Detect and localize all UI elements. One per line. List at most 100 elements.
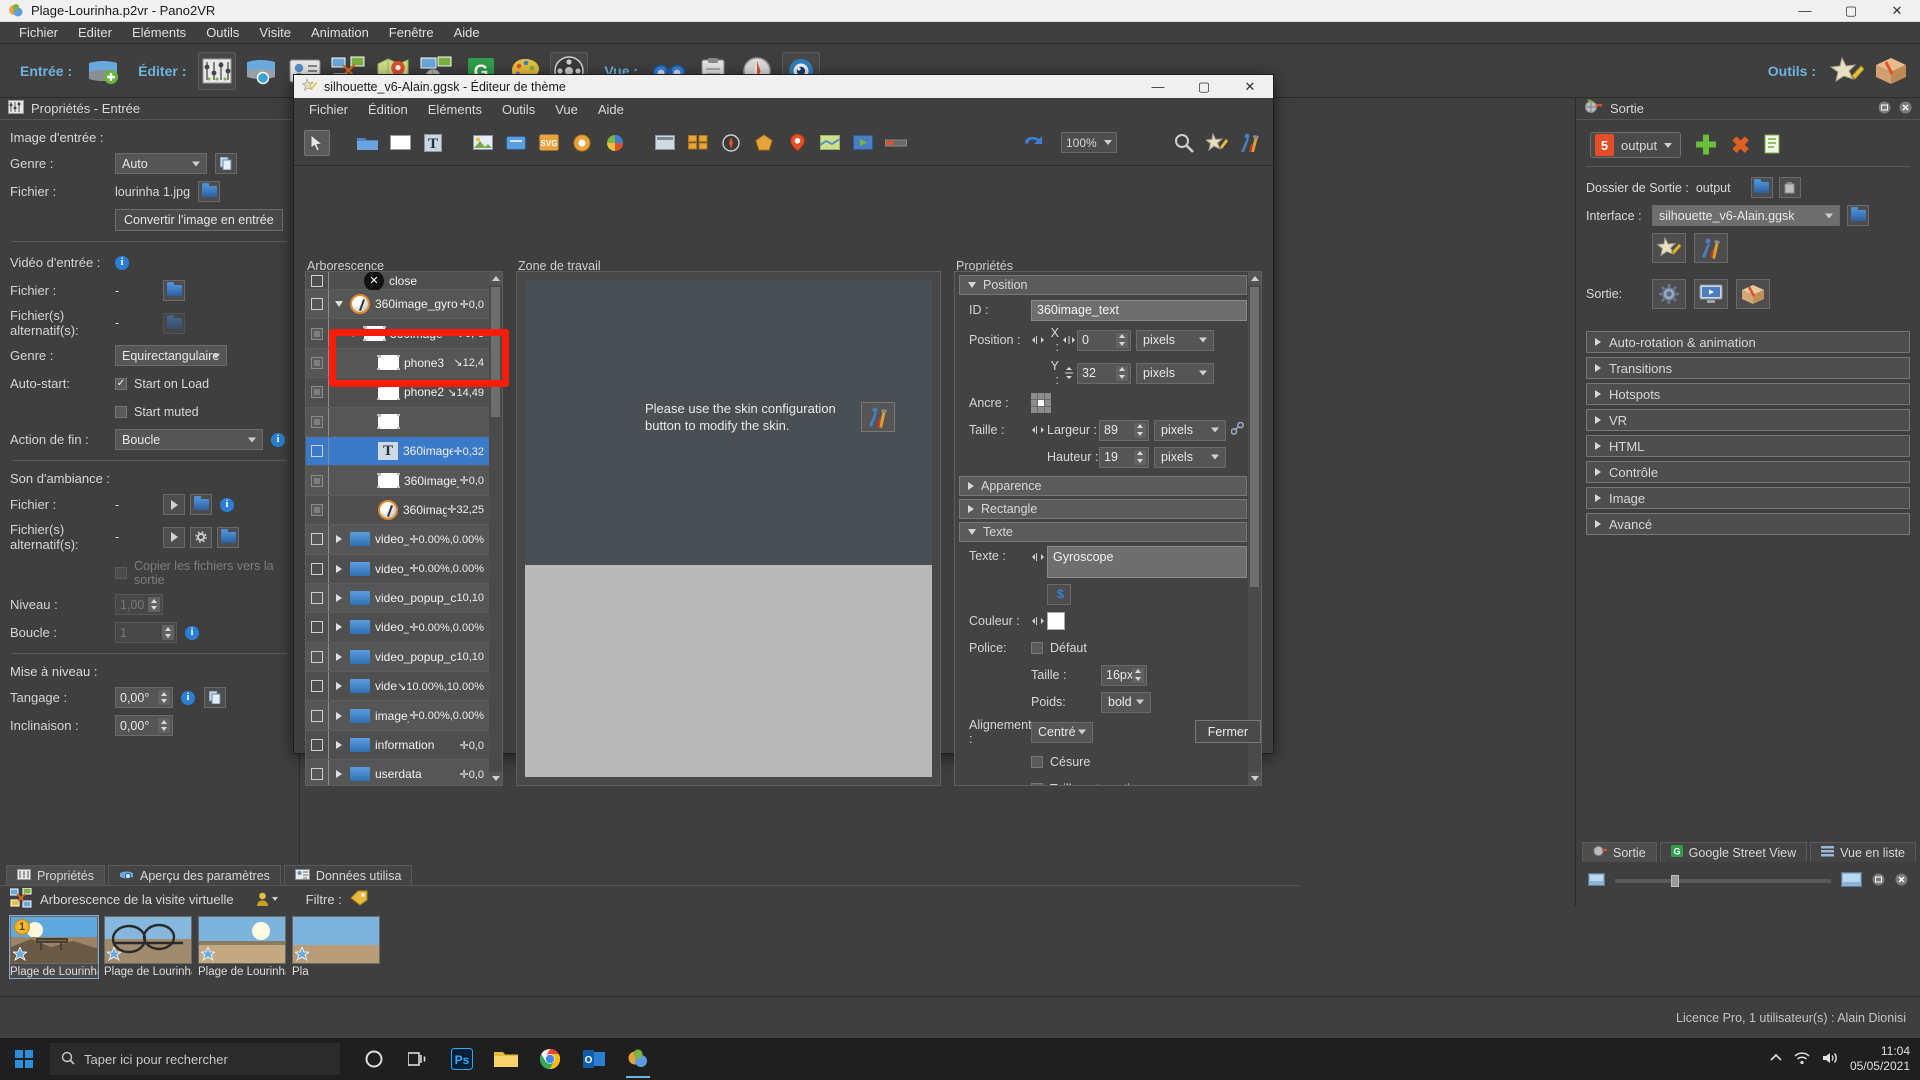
x-input[interactable]: 0 <box>1077 329 1131 351</box>
select-arrow-button[interactable] <box>304 129 330 156</box>
largeur-unit-select[interactable]: pixels <box>1154 419 1226 441</box>
tree-row[interactable]: phone3 ↘12,4 <box>306 348 489 379</box>
action-fin-select[interactable]: Boucle <box>115 429 263 450</box>
zoom-slider[interactable] <box>1615 875 1831 887</box>
menu-fichier[interactable]: Fichier <box>10 22 67 43</box>
tree-row[interactable]: video_p...✛0.00%,0.00% <box>306 525 489 555</box>
browse-interface-button[interactable] <box>1847 205 1869 226</box>
dialog-menu-fichier[interactable]: Fichier <box>300 99 357 120</box>
tree-row[interactable]: 360image_gyro ✛0,0 <box>306 290 489 320</box>
sound-settings-button[interactable] <box>190 526 212 548</box>
tree-row-checkbox[interactable] <box>311 533 323 546</box>
volume-icon[interactable] <box>1822 1051 1838 1068</box>
tree-row-checkbox[interactable] <box>311 445 323 458</box>
tree-row[interactable]: video_popup_contr...10,10 <box>306 583 489 614</box>
tree-row-checkbox[interactable] <box>311 327 323 340</box>
tree-row[interactable]: video_...↘10.00%,10.00% <box>306 672 489 702</box>
spinner-arrows[interactable] <box>1134 422 1146 438</box>
y-input[interactable]: 32 <box>1077 362 1131 384</box>
tree-row-checkbox[interactable] <box>311 274 323 287</box>
close-button[interactable]: ✕ <box>1874 0 1920 21</box>
accordion-controle[interactable]: Contrôle <box>1586 461 1910 483</box>
texte-input[interactable]: Gyroscope <box>1047 546 1247 578</box>
menu-fenetre[interactable]: Fenêtre <box>380 22 443 43</box>
spinner-arrows[interactable] <box>1116 332 1128 348</box>
accordion-transitions[interactable]: Transitions <box>1586 357 1910 379</box>
accordion-auto-rotation[interactable]: Auto-rotation & animation <box>1586 331 1910 353</box>
add-scrollarea-button[interactable] <box>883 130 909 156</box>
browse-video-alt-button[interactable] <box>163 312 185 334</box>
tab-google-street-view[interactable]: G Google Street View <box>1659 842 1808 862</box>
taille-police-input[interactable]: 16px <box>1101 664 1147 686</box>
add-color-button[interactable] <box>602 130 628 156</box>
menu-aide[interactable]: Aide <box>445 22 489 43</box>
video-genre-select[interactable]: Equirectangulaire <box>115 345 227 366</box>
outlook-icon[interactable]: O <box>574 1038 614 1080</box>
add-button-button[interactable] <box>503 130 529 156</box>
interface-select[interactable]: silhouette_v6-Alain.ggsk <box>1652 205 1840 226</box>
tree-row-checkbox[interactable] <box>311 680 323 693</box>
menu-animation[interactable]: Animation <box>302 22 378 43</box>
undo-button[interactable] <box>1020 130 1046 156</box>
tree-row-expander[interactable] <box>333 535 345 544</box>
add-image-button[interactable] <box>470 130 496 156</box>
tree-row-checkbox[interactable] <box>311 562 323 575</box>
accordion-avance[interactable]: Avancé <box>1586 513 1910 535</box>
tour-node-item[interactable]: 1 Plage de Lourinha 1 <box>9 915 99 979</box>
skin-canvas[interactable]: Please use the skin configuration button… <box>516 271 941 786</box>
tangage-spinner[interactable]: 0,00° <box>115 687 173 708</box>
menu-outils[interactable]: Outils <box>197 22 248 43</box>
skin-tools-icon[interactable] <box>861 402 895 432</box>
skin-tree[interactable]: close360image_gyro✛0,0360image✛0,-8phone… <box>305 271 503 786</box>
tree-row-checkbox[interactable] <box>311 474 323 487</box>
close-icon[interactable] <box>1899 101 1912 117</box>
output-settings-button[interactable] <box>1652 279 1686 309</box>
tree-row-expander[interactable] <box>333 594 345 603</box>
tree-row[interactable]: 360image ✛0,-8 <box>306 319 489 349</box>
output-format-dropdown[interactable]: 5 output <box>1590 132 1682 158</box>
dialog-maximize-button[interactable]: ▢ <box>1181 75 1227 98</box>
zoom-fit-button[interactable] <box>1171 130 1197 156</box>
tree-row-checkbox[interactable] <box>311 709 323 722</box>
pano2vr-icon[interactable] <box>618 1038 658 1080</box>
start-button[interactable] <box>0 1038 48 1080</box>
spinner-arrows[interactable] <box>158 690 170 705</box>
dialog-close-button[interactable]: ✕ <box>1227 75 1273 98</box>
aspect-link-icon[interactable] <box>1230 421 1244 438</box>
minimize-button[interactable]: — <box>1782 0 1828 21</box>
scroll-down-arrow[interactable] <box>489 772 502 785</box>
play-sound-button[interactable] <box>163 494 185 515</box>
output-preview-button[interactable] <box>1694 279 1728 309</box>
user-filter-dropdown[interactable] <box>256 892 278 907</box>
tour-node-item[interactable]: Plage de Lourinha 2 <box>198 916 286 978</box>
tree-scrollbar[interactable] <box>489 272 502 785</box>
tab-sortie[interactable]: Sortie <box>1582 842 1657 862</box>
close-icon[interactable] <box>1895 873 1908 889</box>
properties-sliders-button[interactable] <box>198 51 237 90</box>
hauteur-input[interactable]: 19 <box>1099 446 1149 468</box>
tab-vue-en-liste[interactable]: Vue en liste <box>1810 842 1916 862</box>
browse-output-folder-button[interactable] <box>1750 177 1773 198</box>
info-icon[interactable]: i <box>271 432 285 447</box>
genre-select[interactable]: Auto <box>115 153 207 174</box>
chrome-icon[interactable] <box>530 1038 570 1080</box>
cortana-icon[interactable] <box>354 1038 394 1080</box>
tree-row-checkbox[interactable] <box>311 768 323 781</box>
taille-auto-checkbox[interactable] <box>1031 783 1043 785</box>
id-input[interactable]: 360image_text <box>1031 299 1247 321</box>
add-shape-button[interactable] <box>751 130 777 156</box>
tree-row-expander[interactable] <box>347 330 359 337</box>
output-list-button[interactable] <box>1764 134 1782 157</box>
tree-row-checkbox[interactable] <box>311 592 323 605</box>
start-muted-checkbox[interactable] <box>115 405 127 418</box>
info-icon[interactable]: i <box>115 255 129 270</box>
dialog-menu-vue[interactable]: Vue <box>546 99 587 120</box>
tree-row[interactable]: close <box>306 272 489 291</box>
menu-elements[interactable]: Eléments <box>123 22 195 43</box>
info-icon[interactable]: i <box>185 625 199 640</box>
add-input-image-button[interactable] <box>84 52 122 90</box>
add-folder-button[interactable] <box>354 130 380 156</box>
task-view-icon[interactable] <box>398 1038 438 1080</box>
copy-files-checkbox[interactable] <box>115 567 127 579</box>
tree-row[interactable]: information ✛0,0 <box>306 730 489 761</box>
